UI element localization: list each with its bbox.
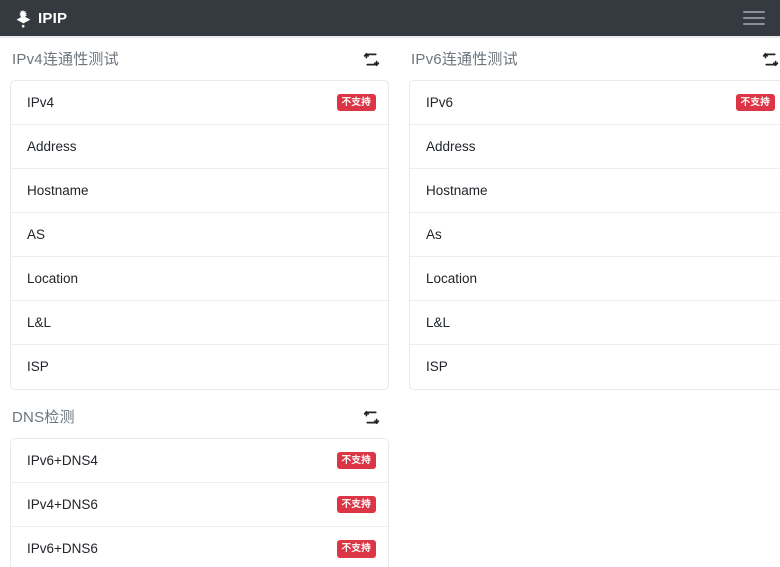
row-label: ISP — [426, 359, 448, 375]
row-label: IPv4 — [27, 94, 55, 110]
table-row: IPv4+DNS6 不支持 — [11, 483, 388, 527]
repeat-refresh-icon — [363, 52, 379, 66]
row-label: IPv4+DNS6 — [27, 496, 98, 512]
status-badge: 不支持 — [336, 93, 376, 112]
ipv4-repeat-refresh-icon[interactable] — [360, 48, 382, 70]
row-label: Location — [27, 270, 79, 286]
dns-repeat-refresh-icon[interactable] — [360, 406, 382, 428]
table-row: Address — [11, 125, 388, 169]
ipv6-card: IPv6 不支持 Address Hostname As Location L&… — [409, 80, 780, 390]
table-row: Address — [410, 125, 780, 169]
dns-card: IPv6+DNS4 不支持 IPv4+DNS6 不支持 IPv6+DNS6 不支… — [10, 438, 389, 567]
hamburger-bar — [743, 17, 765, 19]
ipv6-section-title: IPv6连通性测试 — [411, 50, 518, 68]
hamburger-bar — [743, 11, 765, 13]
table-row: ISP — [11, 345, 388, 389]
ipv4-section-header: IPv4连通性测试 — [10, 38, 389, 80]
row-label: AS — [27, 226, 46, 242]
status-badge: 不支持 — [735, 93, 775, 112]
table-row: L&L — [410, 301, 780, 345]
table-row: IPv6+DNS4 不支持 — [11, 439, 388, 483]
status-badge: 不支持 — [336, 495, 376, 514]
ipip-diamond-logo-icon — [16, 9, 31, 28]
table-row: Location — [410, 257, 780, 301]
table-row: IPv6 不支持 — [410, 81, 780, 125]
ipv4-card: IPv4 不支持 Address Hostname AS Location L&… — [10, 80, 389, 390]
connectivity-columns: IPv4连通性测试 IPv4 不支持 Address Hostname AS L… — [10, 38, 780, 567]
table-row: As — [410, 213, 780, 257]
hamburger-menu-icon[interactable] — [741, 7, 767, 29]
dns-section: DNS检测 IPv6+DNS4 不支持 IPv4+DNS6 不支持 IPv6+D… — [10, 396, 389, 567]
row-label: IPv6+DNS4 — [27, 452, 98, 468]
table-row: Location — [11, 257, 388, 301]
row-label: As — [426, 226, 442, 242]
table-row: Hostname — [410, 169, 780, 213]
row-label: Hostname — [27, 182, 89, 198]
ipv6-repeat-refresh-icon[interactable] — [759, 48, 780, 70]
table-row: ISP — [410, 345, 780, 389]
dns-section-title: DNS检测 — [12, 408, 75, 426]
status-badge: 不支持 — [336, 451, 376, 470]
row-label: Hostname — [426, 182, 488, 198]
table-row: AS — [11, 213, 388, 257]
row-label: L&L — [27, 314, 52, 330]
table-row: IPv6+DNS6 不支持 — [11, 527, 388, 567]
row-label: ISP — [27, 359, 49, 375]
repeat-refresh-icon — [762, 52, 778, 66]
row-label: Address — [27, 138, 77, 154]
brand-logo-link[interactable]: IPIP — [14, 9, 67, 28]
dns-section-header: DNS检测 — [10, 396, 389, 438]
row-label: Address — [426, 138, 476, 154]
ipv6-section: IPv6连通性测试 IPv6 不支持 Address Hostname As L… — [409, 38, 780, 390]
page-content: IPv4连通性测试 IPv4 不支持 Address Hostname AS L… — [0, 38, 780, 567]
status-badge: 不支持 — [336, 540, 376, 558]
ipv4-section-title: IPv4连通性测试 — [12, 50, 119, 68]
ipv4-section: IPv4连通性测试 IPv4 不支持 Address Hostname AS L… — [10, 38, 389, 567]
top-navbar: IPIP — [0, 0, 780, 36]
ipv6-section-header: IPv6连通性测试 — [409, 38, 780, 80]
row-label: L&L — [426, 314, 451, 330]
brand-label: IPIP — [38, 9, 68, 27]
hamburger-bar — [743, 23, 765, 25]
table-row: Hostname — [11, 169, 388, 213]
row-label: IPv6 — [426, 94, 454, 110]
table-row: L&L — [11, 301, 388, 345]
row-label: Location — [426, 270, 478, 286]
table-row: IPv4 不支持 — [11, 81, 388, 125]
repeat-refresh-icon — [363, 410, 379, 424]
row-label: IPv6+DNS6 — [27, 541, 98, 557]
